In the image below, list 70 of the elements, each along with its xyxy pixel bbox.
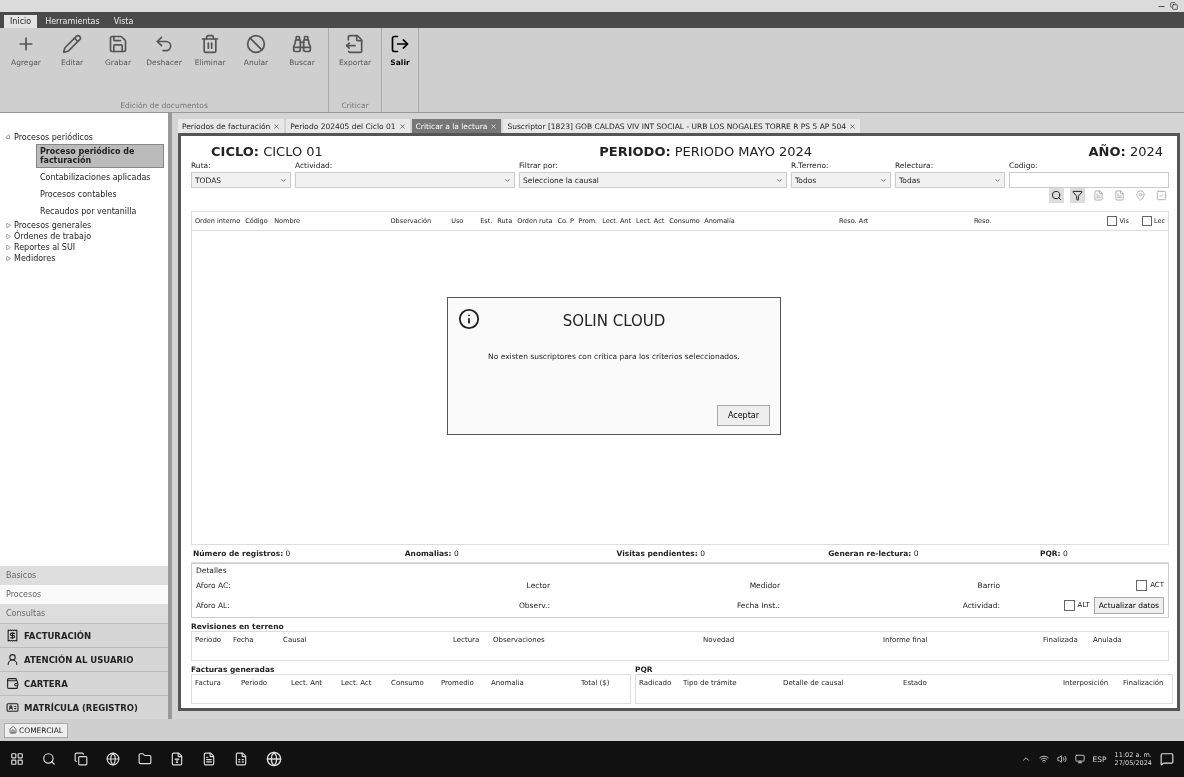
save-icon (108, 34, 128, 54)
pencil-icon (62, 34, 82, 54)
checkbox[interactable] (1136, 579, 1148, 591)
close-icon[interactable] (490, 122, 498, 130)
chevron-icon[interactable] (1020, 754, 1031, 764)
header-field: CICLO: CICLO 01 (211, 144, 323, 159)
input-field[interactable] (1009, 172, 1169, 188)
caret-icon (776, 176, 783, 184)
monitor-icon[interactable] (1074, 754, 1085, 764)
notification-icon[interactable] (1160, 752, 1174, 766)
tree-item[interactable]: Reportes al SUI (14, 243, 76, 252)
task-view-icon[interactable] (74, 752, 88, 766)
accept-button[interactable]: Aceptar (716, 405, 770, 426)
exit-icon (390, 34, 410, 54)
caret-icon (280, 176, 287, 184)
header-field: PERIODO: PERIODO MAYO 2024 (599, 144, 813, 159)
caret-icon (504, 176, 511, 184)
tree-item[interactable]: Procesos generales (14, 221, 92, 230)
spreadsheet-icon[interactable] (234, 752, 248, 766)
module-button[interactable]: ATENCIÓN AL USUARIO (0, 647, 168, 671)
checkbox-icon[interactable] (1154, 188, 1169, 203)
caret-icon (994, 176, 1001, 184)
dialog-title: SOLIN CLOUD (561, 312, 667, 330)
browser-icon[interactable] (106, 752, 120, 766)
binoculars-icon (292, 34, 312, 54)
tree-item[interactable]: Medidores (14, 254, 56, 263)
tree-item[interactable]: Contabilizaciones aplicadas (36, 170, 164, 185)
header-field: AÑO: 2024 (1088, 144, 1163, 159)
tree-item[interactable]: Procesos contables (36, 187, 164, 202)
checkbox[interactable] (1141, 216, 1152, 226)
module-button[interactable]: MATRÍCULA (REGISTRO) (0, 695, 168, 719)
undo-icon (154, 34, 174, 54)
export-icon (345, 34, 365, 54)
tree-item[interactable]: Recaudos por ventanilla (36, 204, 164, 219)
wallet-icon (6, 677, 19, 690)
section-tab[interactable]: Consultas (0, 604, 168, 623)
module-button[interactable]: CARTERA (0, 671, 168, 695)
close-icon[interactable] (849, 122, 856, 130)
search-icon[interactable] (1049, 188, 1064, 203)
globe-icon[interactable] (266, 751, 282, 767)
menu-tab[interactable]: Vista (107, 15, 140, 28)
volume-icon[interactable] (1056, 754, 1067, 764)
section-tab[interactable]: Procesos (0, 585, 168, 604)
document-icon[interactable] (202, 752, 216, 766)
close-icon[interactable] (273, 122, 281, 130)
menu-tab[interactable]: Inicio (4, 15, 38, 28)
user-icon (6, 653, 19, 666)
checkbox[interactable] (1107, 216, 1118, 226)
folder-icon[interactable] (138, 752, 152, 766)
document-icon[interactable] (170, 752, 184, 766)
info-icon (458, 308, 480, 330)
menu-tab[interactable]: Herramientas (39, 15, 106, 28)
ban-icon (246, 34, 266, 54)
caret-icon (880, 176, 887, 184)
filter-icon[interactable] (1070, 188, 1085, 203)
close-icon[interactable] (398, 122, 406, 130)
id-card-icon (6, 701, 19, 714)
checkbox[interactable] (1063, 599, 1075, 611)
module-button[interactable]: FACTURACIÓN (0, 623, 168, 647)
restore-icon[interactable] (1170, 2, 1178, 10)
section-tab[interactable]: Basicos (0, 566, 168, 585)
home-icon (9, 726, 17, 734)
tree-item[interactable]: Proceso periódico de facturación (36, 144, 164, 168)
tree-item[interactable]: Procesos periódicos (14, 133, 93, 142)
receipt-icon (6, 629, 19, 642)
trash-icon (200, 34, 220, 54)
start-icon[interactable] (10, 752, 24, 766)
tree-item[interactable]: Órdenes de trabajo (14, 232, 92, 241)
search-icon[interactable] (42, 752, 56, 766)
network-icon[interactable] (1038, 754, 1049, 764)
